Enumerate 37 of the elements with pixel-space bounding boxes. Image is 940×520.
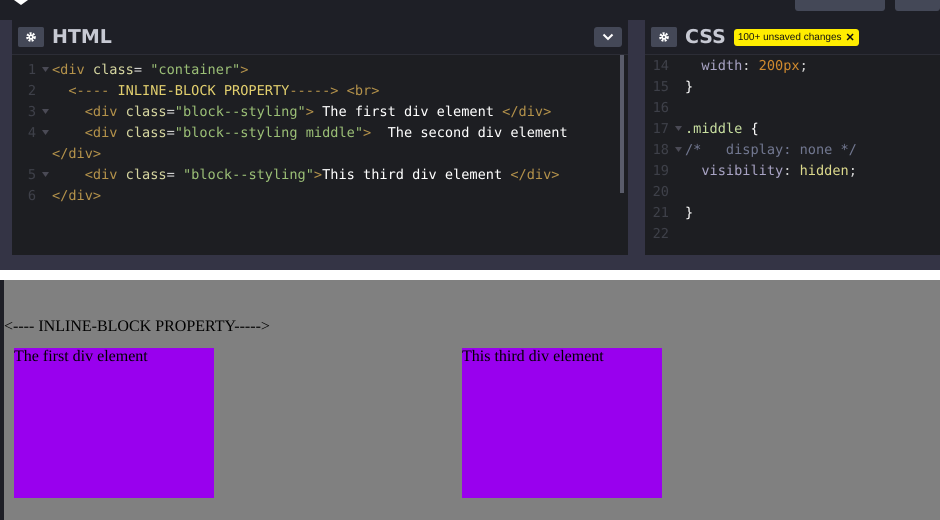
panel-title: CSS — [685, 26, 726, 48]
div-block: This third div element — [462, 348, 662, 498]
code-line: <---- INLINE-BLOCK PROPERTY-----> <br> — [67, 82, 380, 98]
settings-icon — [658, 31, 670, 43]
fold-arrow-icon[interactable] — [674, 126, 682, 131]
code-line: </div> — [52, 188, 102, 204]
settings-button[interactable] — [18, 27, 44, 47]
toolbar-button[interactable] — [795, 0, 885, 11]
code-line: } — [685, 78, 694, 94]
panel-menu-button[interactable] — [594, 27, 622, 47]
settings-button[interactable] — [651, 27, 677, 47]
fold-arrow-icon[interactable] — [42, 172, 48, 177]
code-line: <div class="block--styling"> The first div element </div> — [84, 104, 552, 120]
div-block: The first div element — [14, 348, 214, 498]
code-line: /* display: none */ — [685, 142, 857, 158]
code-line: <div class= "block--styling">This third div element </div> — [84, 166, 560, 182]
code-line: <div class="block--styling middle"> The second div element — [84, 124, 568, 140]
toolbar-button[interactable] — [895, 0, 940, 11]
fold-arrow-icon[interactable] — [42, 109, 48, 114]
resize-bar[interactable] — [0, 255, 940, 270]
chevron-down-icon — [602, 33, 614, 41]
panel-title: HTML — [52, 26, 112, 48]
logo-icon — [14, 0, 28, 6]
code-line: visibility: hidden; — [700, 162, 857, 178]
settings-icon — [25, 31, 37, 43]
resize-handle[interactable] — [628, 20, 645, 255]
fold-arrow-icon[interactable] — [42, 130, 48, 135]
code-line: } — [685, 204, 694, 220]
scrollbar[interactable] — [620, 55, 624, 193]
preview-text: <---- INLINE-BLOCK PROPERTY-----> — [4, 318, 271, 336]
code-line: <div class= "container"> — [52, 62, 248, 78]
fold-arrow-icon[interactable] — [674, 147, 682, 152]
code-line: width: 200px; — [700, 58, 808, 74]
code-line: .middle { — [685, 120, 759, 136]
code-line: </div> — [52, 146, 102, 162]
unsaved-changes-badge[interactable]: 100+ unsaved changes ✕ — [734, 28, 859, 46]
fold-arrow-icon[interactable] — [42, 67, 48, 72]
